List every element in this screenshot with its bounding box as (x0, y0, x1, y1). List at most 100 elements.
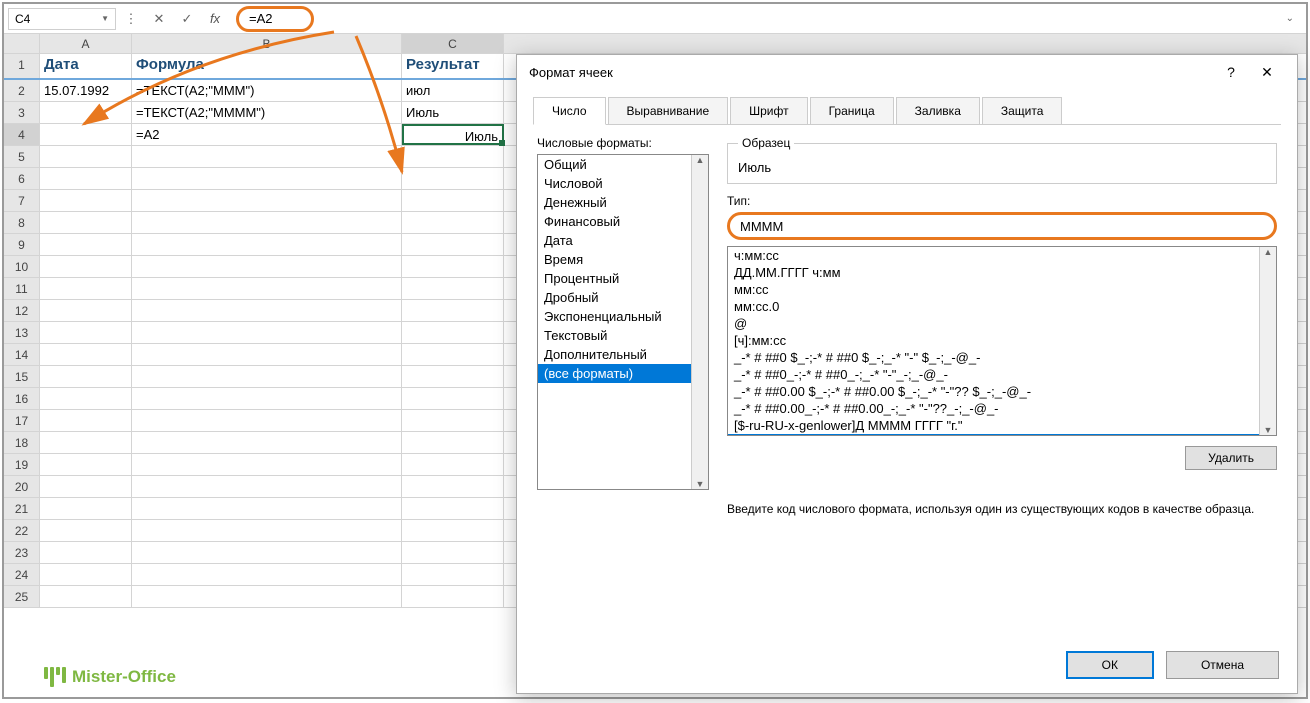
cancel-formula-icon[interactable]: ✕ (146, 8, 172, 30)
col-header-C[interactable]: C (402, 34, 504, 53)
cell[interactable] (132, 564, 402, 585)
row-header[interactable]: 25 (4, 586, 40, 607)
cell[interactable] (132, 168, 402, 189)
row-header-4[interactable]: 4 (4, 124, 40, 145)
tab-number[interactable]: Число (533, 97, 606, 125)
col-header-A[interactable]: A (40, 34, 132, 53)
fx-icon[interactable]: fx (202, 8, 228, 30)
cell[interactable] (402, 586, 504, 607)
row-header[interactable]: 5 (4, 146, 40, 167)
cell[interactable] (132, 542, 402, 563)
cell[interactable] (40, 366, 132, 387)
cell-B3[interactable]: =ТЕКСТ(A2;"ММММ") (132, 102, 402, 123)
format-item[interactable]: мм:сс.0 (728, 298, 1259, 315)
cell[interactable] (40, 476, 132, 497)
cell[interactable] (40, 564, 132, 585)
cell[interactable] (40, 278, 132, 299)
cell[interactable] (402, 300, 504, 321)
scrollbar[interactable]: ▲▼ (1259, 247, 1276, 435)
row-header[interactable]: 14 (4, 344, 40, 365)
cell[interactable] (40, 168, 132, 189)
category-item[interactable]: Дополнительный (538, 345, 691, 364)
cell[interactable] (40, 322, 132, 343)
cell[interactable] (402, 212, 504, 233)
cell[interactable] (132, 476, 402, 497)
delete-button[interactable]: Удалить (1185, 446, 1277, 470)
cell-A1[interactable]: Дата (40, 54, 132, 78)
row-header[interactable]: 15 (4, 366, 40, 387)
category-list[interactable]: Общий Числовой Денежный Финансовый Дата … (537, 154, 709, 490)
cell[interactable] (132, 234, 402, 255)
tab-border[interactable]: Граница (810, 97, 894, 125)
category-item[interactable]: Дробный (538, 288, 691, 307)
format-item[interactable]: _-* # ##0.00 $_-;-* # ##0.00 $_-;_-* "-"… (728, 383, 1259, 400)
name-box[interactable]: C4 ▼ (8, 8, 116, 30)
cell[interactable] (132, 432, 402, 453)
cell[interactable] (402, 190, 504, 211)
cell-B4[interactable]: =A2 (132, 124, 402, 145)
cell[interactable] (132, 410, 402, 431)
cell[interactable] (132, 190, 402, 211)
cell[interactable] (402, 256, 504, 277)
format-item[interactable]: ч:мм:сс (728, 247, 1259, 264)
cell-A2[interactable]: 15.07.1992 (40, 80, 132, 101)
category-item[interactable]: Числовой (538, 174, 691, 193)
row-header[interactable]: 7 (4, 190, 40, 211)
format-item[interactable]: @ (728, 315, 1259, 332)
format-item-selected[interactable]: ММММ (728, 434, 1259, 435)
cell[interactable] (402, 564, 504, 585)
cell-A4[interactable] (40, 124, 132, 145)
cell[interactable] (40, 454, 132, 475)
format-item[interactable]: [ч]:мм:сс (728, 332, 1259, 349)
tab-fill[interactable]: Заливка (896, 97, 980, 125)
row-header[interactable]: 17 (4, 410, 40, 431)
cell[interactable] (402, 322, 504, 343)
cell-C3[interactable]: Июль (402, 102, 504, 123)
cell[interactable] (40, 190, 132, 211)
cell[interactable] (132, 520, 402, 541)
row-header[interactable]: 12 (4, 300, 40, 321)
help-icon[interactable]: ? (1213, 64, 1249, 80)
cell[interactable] (132, 146, 402, 167)
cell[interactable] (402, 432, 504, 453)
cell-C1[interactable]: Результат (402, 54, 504, 78)
cell[interactable] (132, 344, 402, 365)
row-header[interactable]: 9 (4, 234, 40, 255)
row-header[interactable]: 10 (4, 256, 40, 277)
category-item[interactable]: Время (538, 250, 691, 269)
cell[interactable] (132, 212, 402, 233)
type-input[interactable] (727, 212, 1277, 240)
row-header[interactable]: 6 (4, 168, 40, 189)
cell[interactable] (402, 498, 504, 519)
category-item[interactable]: Текстовый (538, 326, 691, 345)
col-header-B[interactable]: B (132, 34, 402, 53)
tab-alignment[interactable]: Выравнивание (608, 97, 729, 125)
cell[interactable] (40, 432, 132, 453)
cell[interactable] (132, 454, 402, 475)
formula-input[interactable]: =A2 (236, 6, 314, 32)
category-item[interactable]: Экспоненциальный (538, 307, 691, 326)
cell[interactable] (40, 300, 132, 321)
cell[interactable] (132, 322, 402, 343)
cell-C2[interactable]: июл (402, 80, 504, 101)
cell[interactable] (40, 410, 132, 431)
cell[interactable] (402, 410, 504, 431)
cell[interactable] (402, 388, 504, 409)
cell[interactable] (402, 344, 504, 365)
row-header[interactable]: 20 (4, 476, 40, 497)
row-header[interactable]: 13 (4, 322, 40, 343)
cell[interactable] (40, 388, 132, 409)
cell[interactable] (40, 344, 132, 365)
cell[interactable] (132, 300, 402, 321)
cell[interactable] (132, 366, 402, 387)
tab-protection[interactable]: Защита (982, 97, 1063, 125)
format-item[interactable]: мм:сс (728, 281, 1259, 298)
cell[interactable] (132, 586, 402, 607)
row-header[interactable]: 23 (4, 542, 40, 563)
category-item[interactable]: Финансовый (538, 212, 691, 231)
category-item-selected[interactable]: (все форматы) (538, 364, 691, 383)
row-header[interactable]: 21 (4, 498, 40, 519)
tab-font[interactable]: Шрифт (730, 97, 807, 125)
cell-C4[interactable]: Июль (402, 124, 504, 145)
row-header-1[interactable]: 1 (4, 54, 40, 78)
